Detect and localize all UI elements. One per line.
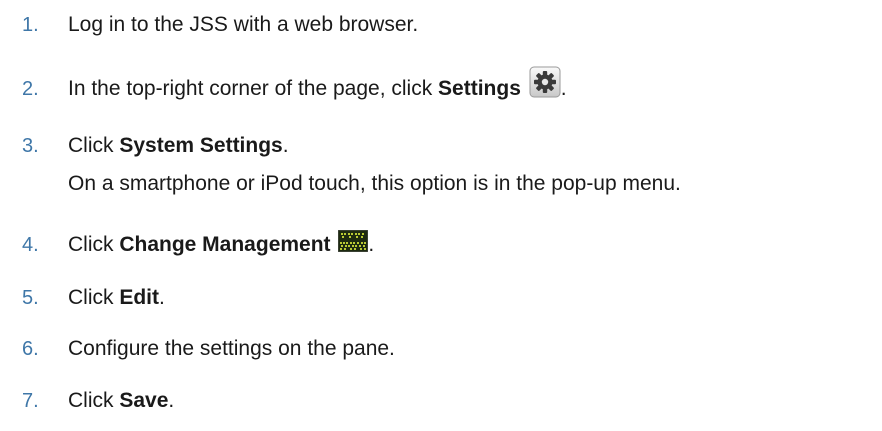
step-text-post: . (282, 134, 289, 157)
step-text-pre: Click (68, 233, 120, 256)
change-management-icon (338, 230, 369, 252)
change-management-label: Change Management (119, 233, 331, 256)
edit-label: Edit (119, 286, 160, 309)
step-text-pre: In the top-right corner of the page, cli… (68, 77, 439, 100)
step-text: Click Change Management . (68, 230, 374, 258)
step-text: Configure the settings on the pane. (68, 337, 395, 360)
step-number: 4. (22, 234, 39, 256)
step-5: 5. Click Edit. (0, 285, 165, 311)
step-number: 6. (22, 338, 39, 360)
step-number: 1. (22, 14, 39, 36)
step-text: Click Save. (68, 388, 174, 414)
settings-label: Settings (438, 77, 521, 100)
step-text-pre: Click (68, 286, 120, 309)
step-number: 7. (22, 390, 39, 412)
step-number: 3. (22, 135, 39, 157)
gear-icon (529, 66, 561, 98)
step-2: 2. In the top-right corner of the page, … (0, 66, 567, 102)
step-text: Click Edit. (68, 285, 165, 311)
step-text-pre: Click (68, 389, 120, 412)
step-text: In the top-right corner of the page, cli… (68, 66, 567, 102)
step-7: 7. Click Save. (0, 388, 174, 414)
step-text-post: . (159, 286, 165, 309)
step-text-post: . (560, 77, 567, 100)
step-text: Click System Settings. (68, 133, 289, 159)
step-4: 4. Click Change Management . (0, 230, 374, 258)
step-text-post: . (368, 233, 375, 256)
instruction-list: 1. Log in to the JSS with a web browser.… (0, 0, 882, 431)
step-text-post: . (168, 389, 175, 412)
step-number: 2. (22, 78, 39, 100)
save-label: Save (119, 389, 169, 412)
step-text-pre: Click (68, 134, 120, 157)
step-3-note: On a smartphone or iPod touch, this opti… (68, 172, 681, 195)
step-1: 1. Log in to the JSS with a web browser. (0, 12, 418, 38)
step-number: 5. (22, 287, 39, 309)
step-6: 6. Configure the settings on the pane. (0, 336, 395, 362)
system-settings-label: System Settings (119, 134, 283, 157)
step-text: Log in to the JSS with a web browser. (68, 13, 419, 36)
step-3: 3. Click System Settings. (0, 133, 289, 159)
